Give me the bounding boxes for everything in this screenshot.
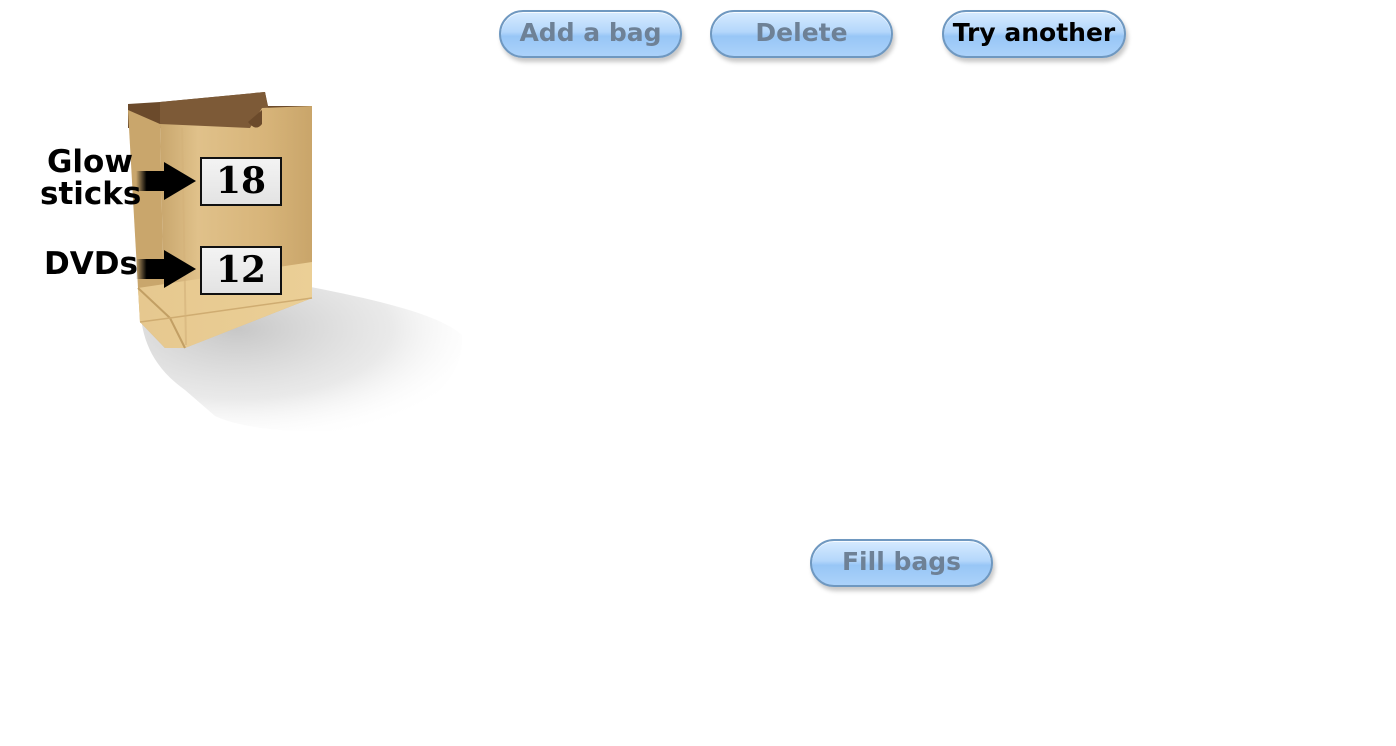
fill-bags-button[interactable]: Fill bags bbox=[810, 539, 993, 587]
canvas: Glow sticks DVDs 18 12 Add a bag Delete … bbox=[0, 0, 1396, 746]
paper-bag-icon bbox=[128, 92, 463, 432]
dvds-label: DVDs bbox=[44, 246, 138, 282]
glow-sticks-label-line1: Glow bbox=[46, 144, 133, 180]
add-bag-button[interactable]: Add a bag bbox=[499, 10, 682, 58]
try-another-button[interactable]: Try another bbox=[942, 10, 1126, 58]
glow-sticks-count: 18 bbox=[200, 157, 282, 206]
glow-sticks-label: Glow sticks bbox=[40, 144, 142, 212]
glow-sticks-label-line2: sticks bbox=[40, 176, 142, 212]
dvds-count: 12 bbox=[200, 246, 282, 295]
delete-button[interactable]: Delete bbox=[710, 10, 893, 58]
